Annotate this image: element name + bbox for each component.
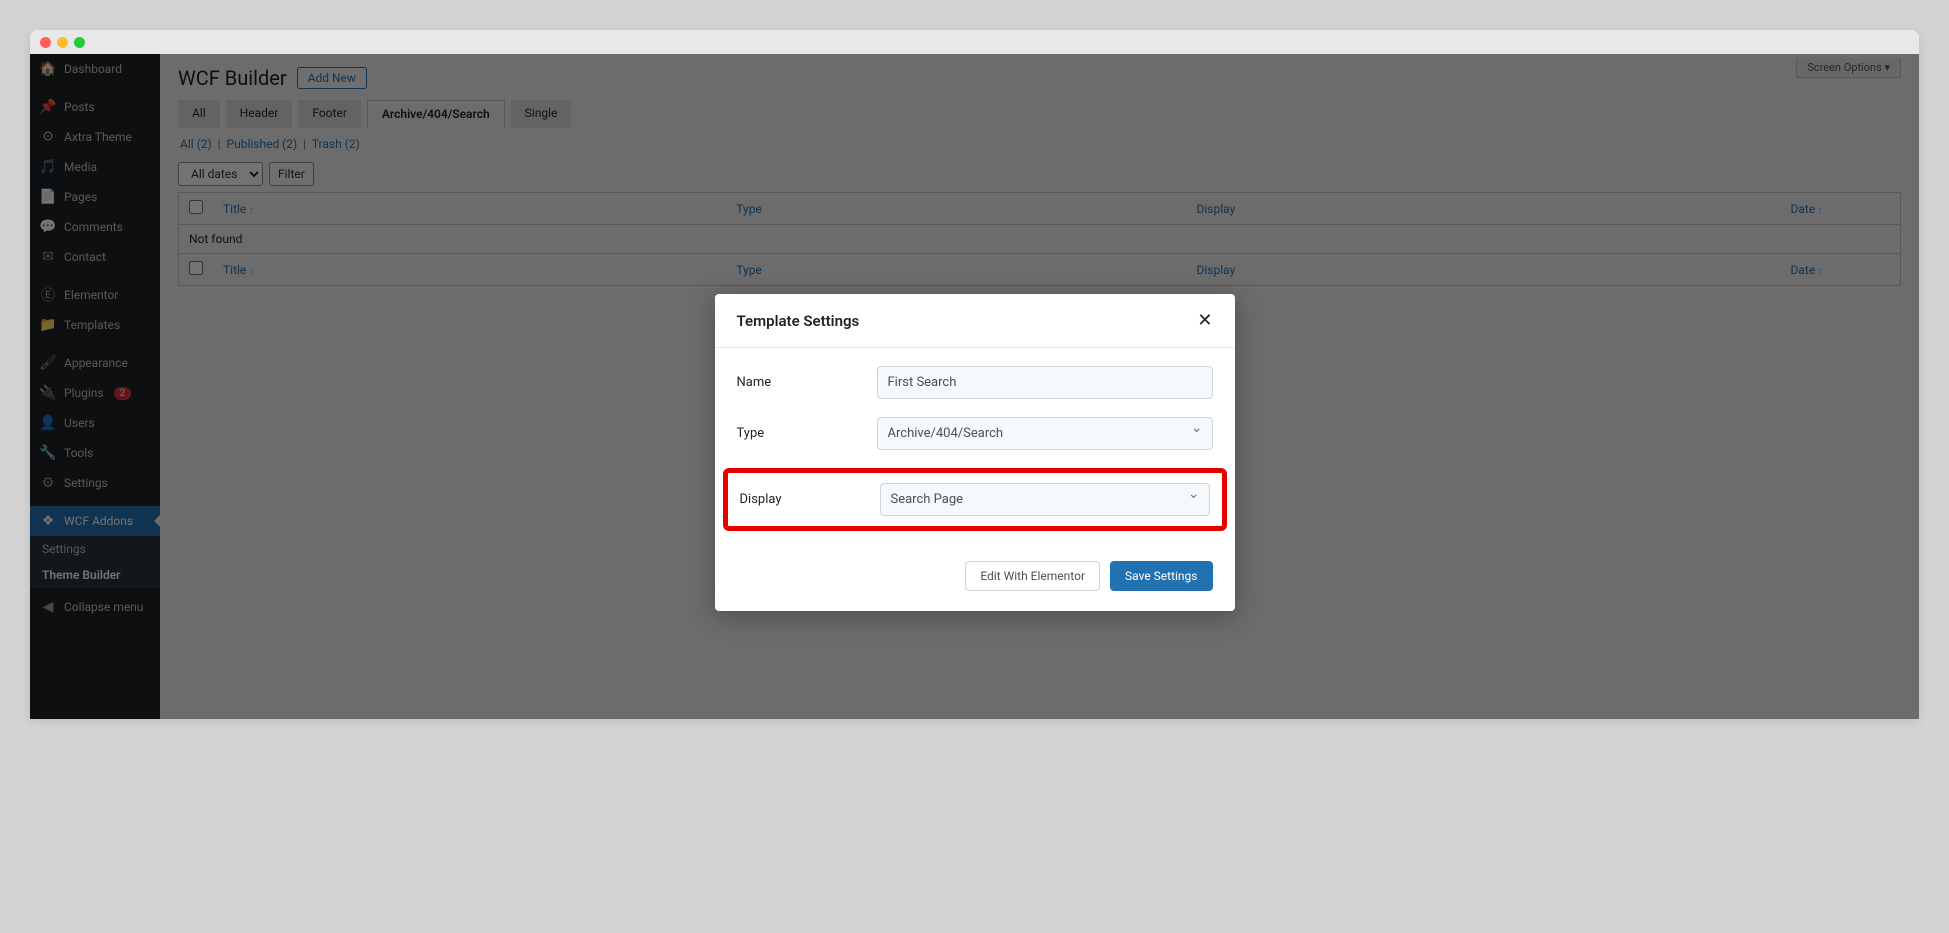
close-icon[interactable]: ✕: [1197, 310, 1212, 331]
save-settings-button[interactable]: Save Settings: [1110, 561, 1212, 591]
window-titlebar: [30, 30, 1919, 54]
type-label: Type: [737, 426, 877, 441]
modal-title: Template Settings: [737, 312, 860, 330]
name-label: Name: [737, 375, 877, 390]
maximize-window-icon[interactable]: [74, 37, 85, 48]
modal-overlay[interactable]: Template Settings ✕ Name Type Archive/40…: [30, 54, 1919, 719]
display-highlight: Display Search Page: [723, 468, 1227, 531]
name-input[interactable]: [877, 366, 1213, 399]
edit-elementor-button[interactable]: Edit With Elementor: [965, 561, 1100, 591]
type-select[interactable]: Archive/404/Search: [877, 417, 1213, 450]
close-window-icon[interactable]: [40, 37, 51, 48]
display-select[interactable]: Search Page: [880, 483, 1210, 516]
template-settings-modal: Template Settings ✕ Name Type Archive/40…: [715, 294, 1235, 611]
minimize-window-icon[interactable]: [57, 37, 68, 48]
display-label: Display: [740, 492, 880, 507]
